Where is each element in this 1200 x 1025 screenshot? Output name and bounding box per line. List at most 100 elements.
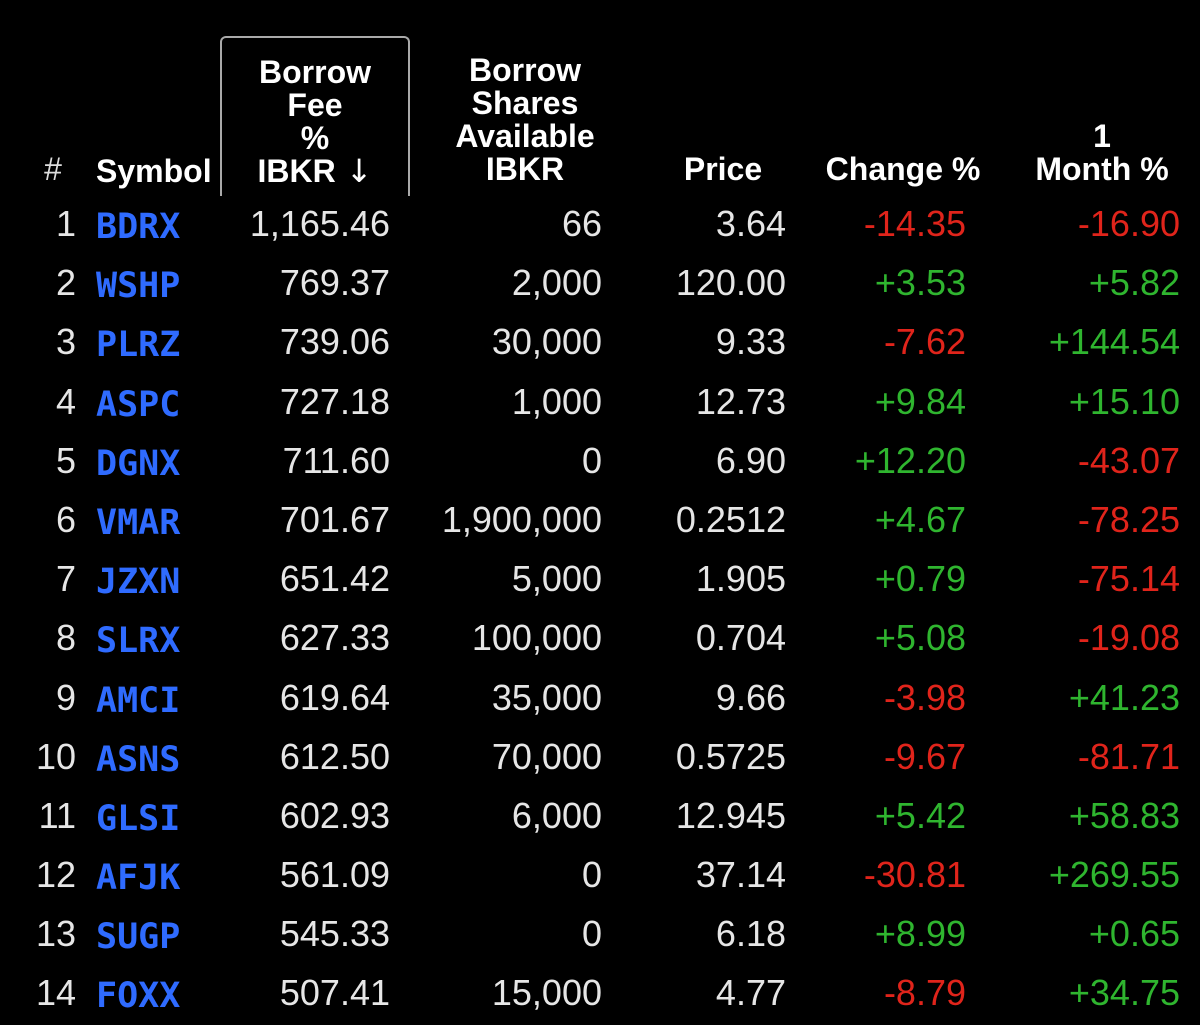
row-price: 37.14: [695, 854, 786, 896]
table-row[interactable]: 1 BDRX 1,165.46 66 3.64 -14.35 -16.90: [0, 196, 1200, 255]
row-borrow-shares: 1,900,000: [441, 498, 602, 540]
table-row[interactable]: 9 AMCI 619.64 35,000 9.66 -3.98 +41.23: [0, 670, 1200, 729]
row-borrow-shares: 0: [581, 913, 602, 955]
row-symbol-link[interactable]: WSHP: [96, 264, 180, 308]
row-borrow-fee: 619.64: [279, 676, 390, 718]
row-price: 0.2512: [675, 498, 786, 540]
table-row[interactable]: 3 PLRZ 739.06 30,000 9.33 -7.62 +144.54: [0, 314, 1200, 373]
table-row[interactable]: 4 ASPC 727.18 1,000 12.73 +9.84 +15.10: [0, 374, 1200, 433]
row-1-month: +41.23: [1068, 676, 1180, 718]
row-rank: 5: [55, 439, 76, 481]
row-borrow-fee: 561.09: [279, 854, 390, 896]
row-rank: 12: [35, 854, 76, 896]
borrow-fee-table: # Symbol Borrow Fee % IBKR ↓ Borrow Share…: [0, 0, 1200, 1016]
row-symbol-link[interactable]: BDRX: [96, 205, 180, 249]
sort-down-arrow-icon[interactable]: ↓: [346, 152, 373, 190]
table-row[interactable]: 13 SUGP 545.33 0 6.18 +8.99 +0.65: [0, 906, 1200, 965]
row-symbol-link[interactable]: VMAR: [96, 501, 180, 545]
row-price: 4.77: [715, 972, 786, 1014]
column-header-borrow-shares-line: Available: [455, 118, 595, 154]
row-price: 9.33: [715, 321, 786, 363]
column-header-price[interactable]: Price: [650, 153, 796, 186]
row-borrow-shares: 0: [581, 854, 602, 896]
row-symbol-link[interactable]: FOXX: [96, 974, 180, 1018]
table-row[interactable]: 5 DGNX 711.60 0 6.90 +12.20 -43.07: [0, 433, 1200, 492]
table-row[interactable]: 10 ASNS 612.50 70,000 0.5725 -9.67 -81.71: [0, 729, 1200, 788]
row-borrow-shares: 30,000: [491, 321, 602, 363]
column-header-rank[interactable]: #: [36, 153, 70, 186]
row-1-month: -75.14: [1077, 558, 1180, 600]
column-header-borrow-fee-line-ibkr: IBKR: [257, 153, 336, 189]
table-row[interactable]: 11 GLSI 602.93 6,000 12.945 +5.42 +58.83: [0, 788, 1200, 847]
column-header-borrow-shares-line: Borrow: [469, 52, 581, 88]
row-borrow-fee: 769.37: [279, 262, 390, 304]
row-price: 0.5725: [675, 735, 786, 777]
row-price: 0.704: [695, 617, 786, 659]
table-row[interactable]: 8 SLRX 627.33 100,000 0.704 +5.08 -19.08: [0, 610, 1200, 669]
table-row[interactable]: 7 JZXN 651.42 5,000 1.905 +0.79 -75.14: [0, 551, 1200, 610]
row-rank: 1: [55, 203, 76, 244]
row-rank: 9: [55, 676, 76, 718]
row-change: +12.20: [854, 439, 966, 481]
row-symbol-link[interactable]: JZXN: [96, 560, 180, 604]
column-header-change[interactable]: Change %: [812, 153, 994, 186]
row-change: -9.67: [883, 735, 966, 777]
column-header-borrow-fee-line: Fee: [287, 87, 343, 123]
column-header-symbol[interactable]: Symbol: [96, 155, 220, 188]
column-header-1-month[interactable]: 1 Month %: [1020, 120, 1184, 186]
row-change: +0.79: [874, 558, 966, 600]
row-1-month: +15.10: [1068, 380, 1180, 422]
row-change: +3.53: [874, 262, 966, 304]
column-header-borrow-fee-line: Borrow: [259, 54, 371, 90]
row-change: -14.35: [863, 203, 966, 244]
row-borrow-fee: 1,165.46: [249, 203, 390, 244]
row-price: 3.64: [715, 203, 786, 244]
row-borrow-shares: 70,000: [491, 735, 602, 777]
row-symbol-link[interactable]: PLRZ: [96, 323, 180, 367]
row-symbol-link[interactable]: ASNS: [96, 738, 180, 782]
row-borrow-fee: 545.33: [279, 913, 390, 955]
row-symbol-link[interactable]: SLRX: [96, 619, 180, 663]
row-rank: 6: [55, 498, 76, 540]
row-change: +9.84: [874, 380, 966, 422]
column-header-1-month-line: Month %: [1035, 151, 1169, 187]
table-row[interactable]: 14 FOXX 507.41 15,000 4.77 -8.79 +34.75: [0, 965, 1200, 1024]
column-header-borrow-fee-line: %: [300, 120, 330, 156]
column-header-1-month-line: 1: [1093, 118, 1111, 154]
table-row[interactable]: 6 VMAR 701.67 1,900,000 0.2512 +4.67 -78.25: [0, 492, 1200, 551]
row-symbol-link[interactable]: AMCI: [96, 679, 180, 723]
table-row[interactable]: 12 AFJK 561.09 0 37.14 -30.81 +269.55: [0, 847, 1200, 906]
row-change: +5.08: [874, 617, 966, 659]
row-borrow-shares: 2,000: [511, 262, 602, 304]
column-header-borrow-shares-line: IBKR: [485, 151, 565, 187]
column-header-borrow-fee-line: IBKR ↓: [222, 155, 408, 188]
row-borrow-shares: 100,000: [471, 617, 602, 659]
column-header-borrow-shares[interactable]: Borrow Shares Available IBKR: [430, 54, 620, 186]
row-symbol-link[interactable]: SUGP: [96, 915, 180, 959]
row-1-month: +0.65: [1088, 913, 1180, 955]
row-rank: 8: [55, 617, 76, 659]
row-symbol-link[interactable]: GLSI: [96, 797, 180, 841]
row-change: -3.98: [883, 676, 966, 718]
column-header-borrow-fee[interactable]: Borrow Fee % IBKR ↓: [220, 36, 410, 196]
row-symbol-link[interactable]: ASPC: [96, 383, 180, 427]
row-symbol-link[interactable]: AFJK: [96, 856, 180, 900]
row-price: 9.66: [715, 676, 786, 718]
row-borrow-shares: 15,000: [491, 972, 602, 1014]
row-rank: 11: [38, 794, 76, 836]
row-rank: 7: [55, 558, 76, 600]
row-price: 6.18: [715, 913, 786, 955]
row-change: -8.79: [883, 972, 966, 1014]
row-rank: 10: [35, 735, 76, 777]
row-symbol-link[interactable]: DGNX: [96, 442, 180, 486]
row-borrow-fee: 701.67: [279, 498, 390, 540]
row-borrow-shares: 6,000: [511, 794, 602, 836]
row-borrow-fee: 739.06: [279, 321, 390, 363]
row-price: 6.90: [715, 439, 786, 481]
table-row[interactable]: 2 WSHP 769.37 2,000 120.00 +3.53 +5.82: [0, 255, 1200, 314]
row-rank: 14: [35, 972, 76, 1014]
row-borrow-fee: 627.33: [279, 617, 390, 659]
row-price: 12.73: [695, 380, 786, 422]
row-change: +5.42: [874, 794, 966, 836]
row-borrow-shares: 0: [581, 439, 602, 481]
